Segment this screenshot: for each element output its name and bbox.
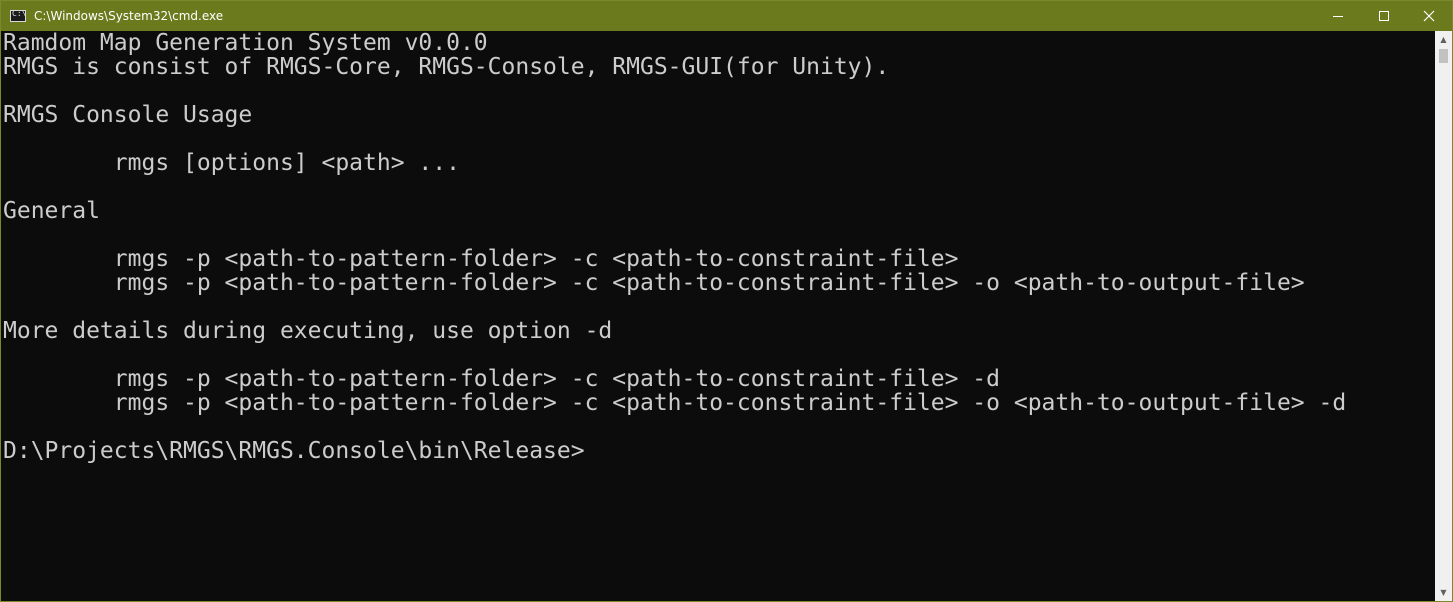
console-line: RMGS Console Usage — [3, 102, 253, 128]
console-line: More details during executing, use optio… — [3, 318, 613, 344]
console-line: rmgs -p <path-to-pattern-folder> -c <pat… — [3, 246, 959, 272]
close-button[interactable] — [1406, 1, 1452, 31]
console-line: rmgs [options] <path> ... — [3, 150, 460, 176]
console-line: rmgs -p <path-to-pattern-folder> -c <pat… — [3, 390, 1347, 416]
maximize-button[interactable] — [1361, 1, 1407, 31]
console-text: Ramdom Map Generation System v0.0.0 RMGS… — [3, 31, 1346, 463]
minimize-button[interactable] — [1315, 1, 1361, 31]
scroll-down-arrow-icon[interactable]: ▼ — [1435, 584, 1452, 601]
console-line: rmgs -p <path-to-pattern-folder> -c <pat… — [3, 270, 1305, 296]
console-line: Ramdom Map Generation System v0.0.0 — [3, 31, 488, 56]
console-prompt-line[interactable]: D:\Projects\RMGS\RMGS.Console\bin\Releas… — [3, 439, 1346, 463]
scroll-thumb[interactable] — [1439, 49, 1448, 63]
cmd-window: C:\ C:\Windows\System32\cmd.exe Ramdom M… — [0, 0, 1453, 602]
console-line: rmgs -p <path-to-pattern-folder> -c <pat… — [3, 366, 1000, 392]
title-bar[interactable]: C:\ C:\Windows\System32\cmd.exe — [1, 1, 1452, 31]
close-icon — [1423, 10, 1435, 22]
vertical-scrollbar[interactable]: ▲ ▼ — [1435, 31, 1452, 601]
maximize-icon — [1379, 11, 1389, 21]
window-title: C:\Windows\System32\cmd.exe — [34, 9, 224, 23]
console-line: General — [3, 198, 100, 224]
scroll-up-arrow-icon[interactable]: ▲ — [1435, 31, 1452, 48]
minimize-icon — [1333, 16, 1343, 17]
console-line: RMGS is consist of RMGS-Core, RMGS-Conso… — [3, 54, 890, 80]
cmd-icon[interactable]: C:\ — [10, 9, 27, 22]
console-output[interactable]: Ramdom Map Generation System v0.0.0 RMGS… — [1, 31, 1435, 601]
cmd-icon-text: C:\ — [12, 9, 27, 18]
